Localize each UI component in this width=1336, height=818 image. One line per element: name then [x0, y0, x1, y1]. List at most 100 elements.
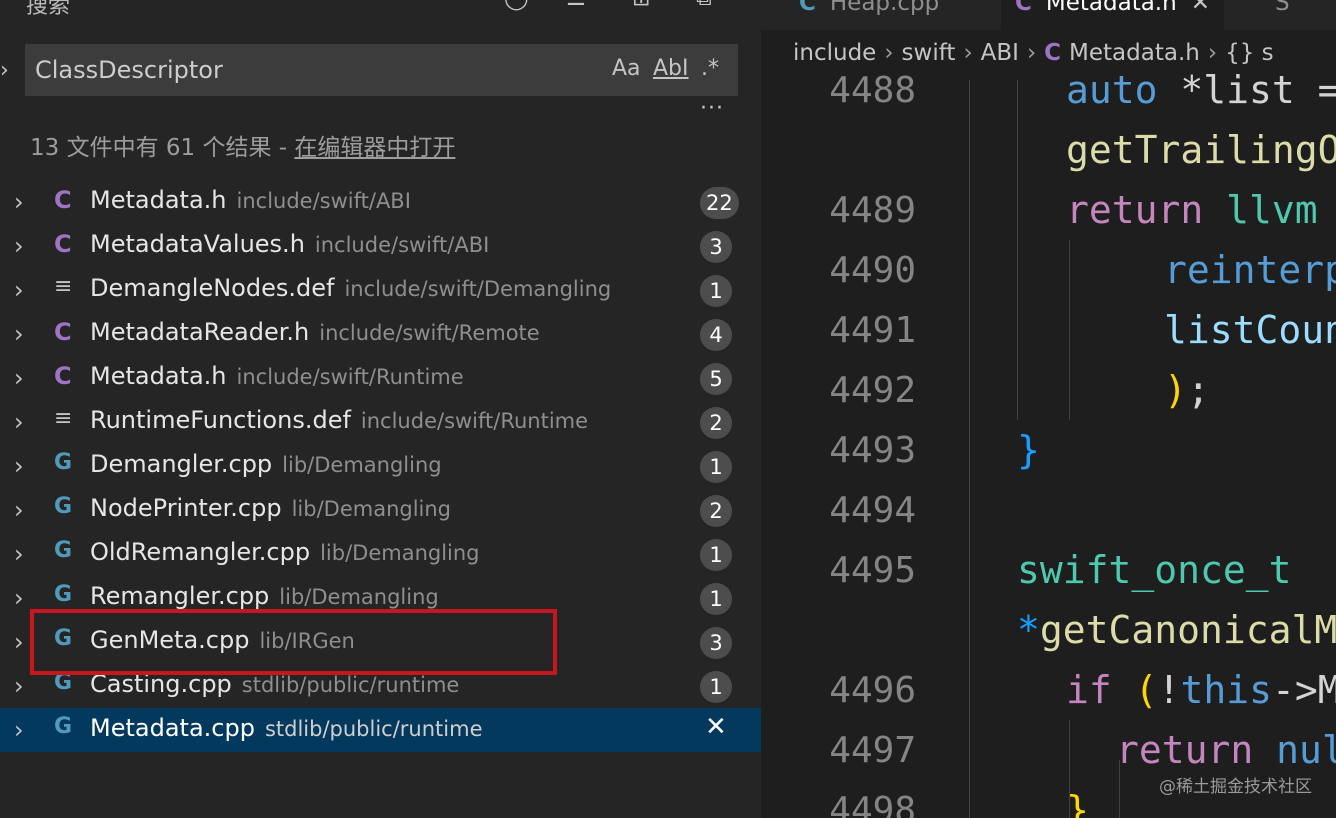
result-file-label: MetadataReader.h include/swift/Remote: [90, 318, 540, 346]
result-file-label: RuntimeFunctions.def include/swift/Runtim…: [90, 406, 588, 434]
tab-overflow[interactable]: S: [1261, 0, 1304, 30]
match-count-badge: 1: [700, 275, 732, 307]
cpp-file-icon: G: [54, 626, 73, 651]
sidebar-title: 搜索: [26, 0, 71, 19]
code-line: }: [1066, 788, 1089, 818]
c-header-icon: C: [54, 318, 72, 346]
result-file-row[interactable]: › C MetadataReader.h include/swift/Remote 4: [0, 312, 761, 356]
code-line: if (!this->M: [1066, 668, 1336, 712]
toggle-replace-chevron-icon[interactable]: ›: [0, 58, 9, 83]
cpp-file-icon: G: [54, 582, 73, 607]
cpp-file-icon: C: [799, 0, 816, 16]
result-file-path: include/swift/Demangling: [344, 277, 612, 301]
result-file-row[interactable]: › C MetadataValues.h include/swift/ABI 3: [0, 224, 761, 268]
line-number: 4494: [829, 490, 916, 531]
result-file-name: Metadata.h: [90, 186, 227, 214]
result-file-path: lib/Demangling: [282, 453, 442, 477]
result-file-row[interactable]: › ≡ DemangleNodes.def include/swift/Demangl…: [0, 268, 761, 312]
result-file-path: include/swift/Runtime: [360, 409, 589, 433]
result-file-path: lib/Demangling: [291, 497, 452, 521]
result-file-label: Metadata.h include/swift/Runtime: [90, 362, 464, 390]
result-file-row[interactable]: › ≡ RuntimeFunctions.def include/swift/Runt…: [0, 400, 761, 444]
chevron-right-icon[interactable]: ›: [14, 364, 24, 392]
search-box: Aa AbI .*: [25, 44, 738, 96]
chevron-right-icon[interactable]: ›: [14, 628, 24, 656]
chevron-right-icon[interactable]: ›: [14, 672, 24, 700]
line-number: 4497: [829, 730, 916, 771]
chevron-right-icon[interactable]: ›: [14, 276, 24, 304]
chevron-right-icon[interactable]: ›: [14, 232, 24, 260]
search-sidebar: 搜索 ◯ ☰ ⊞ ⧉ › Aa AbI .* ··· 13 文件中有 61 个结…: [0, 0, 761, 818]
result-file-row[interactable]: › G Casting.cpp stdlib/public/runtime 1: [0, 664, 761, 708]
result-file-name: OldRemangler.cpp: [90, 538, 311, 566]
c-header-icon: C: [54, 230, 72, 258]
refresh-icon[interactable]: ◯: [504, 0, 529, 10]
code-line: *getCanonicalM: [1017, 608, 1336, 652]
line-number: 4496: [829, 670, 916, 711]
result-file-path: stdlib/public/runtime: [264, 717, 483, 741]
collapse-all-icon[interactable]: ⧉: [696, 0, 712, 10]
result-file-row[interactable]: › G Metadata.cpp stdlib/public/runtime ✕: [0, 708, 761, 752]
result-file-label: Remangler.cpp lib/Demangling: [90, 582, 439, 610]
search-input[interactable]: [35, 54, 595, 86]
c-header-icon: C: [1015, 0, 1032, 16]
line-number: 4491: [829, 310, 916, 351]
sidebar-header: 搜索 ◯ ☰ ⊞ ⧉: [0, 0, 761, 19]
line-number: 4493: [829, 430, 916, 471]
chevron-right-icon[interactable]: ›: [14, 408, 24, 436]
match-count-badge: 22: [700, 187, 739, 219]
result-file-path: stdlib/public/runtime: [241, 673, 460, 697]
def-file-icon: ≡: [54, 274, 73, 299]
regex-toggle[interactable]: .*: [701, 56, 719, 81]
match-count-badge: 5: [700, 363, 732, 395]
chevron-right-icon[interactable]: ›: [14, 188, 24, 216]
result-file-name: Casting.cpp: [90, 670, 232, 698]
result-file-path: include/swift/ABI: [236, 189, 411, 213]
c-header-icon: C: [54, 186, 72, 214]
result-file-name: NodePrinter.cpp: [90, 494, 282, 522]
close-tab-icon[interactable]: ✕: [1191, 0, 1210, 16]
result-file-row[interactable]: › G GenMeta.cpp lib/IRGen 3: [0, 620, 761, 664]
code-area[interactable]: 4488 4489 4490 4491 4492 4493 4494 4495 …: [761, 60, 1336, 818]
code-line: auto *list =: [1066, 68, 1336, 112]
result-file-path: include/swift/Remote: [319, 321, 540, 345]
new-search-editor-icon[interactable]: ⊞: [632, 0, 650, 10]
line-number: 4489: [829, 190, 916, 231]
chevron-right-icon[interactable]: ›: [14, 320, 24, 348]
clear-results-icon[interactable]: ☰: [566, 0, 586, 10]
result-file-row[interactable]: › G Demangler.cpp lib/Demangling 1: [0, 444, 761, 488]
chevron-right-icon[interactable]: ›: [14, 716, 24, 744]
chevron-right-icon[interactable]: ›: [14, 452, 24, 480]
result-file-path: lib/Demangling: [320, 541, 480, 565]
tab-heap-cpp[interactable]: C Heap.cpp: [785, 0, 953, 30]
chevron-right-icon[interactable]: ›: [14, 584, 24, 612]
match-count-badge: 2: [700, 495, 732, 527]
result-file-label: Metadata.h include/swift/ABI: [90, 186, 411, 214]
tab-metadata-h[interactable]: C Metadata.h ✕: [1001, 0, 1224, 30]
match-count-badge: 4: [700, 319, 732, 351]
result-file-name: MetadataReader.h: [90, 318, 310, 346]
result-file-row[interactable]: › C Metadata.h include/swift/ABI 22: [0, 180, 761, 224]
result-file-label: MetadataValues.h include/swift/ABI: [90, 230, 489, 258]
match-count-badge: 1: [700, 539, 732, 571]
match-case-toggle[interactable]: Aa: [612, 56, 641, 81]
result-file-row[interactable]: › G NodePrinter.cpp lib/Demangling 2: [0, 488, 761, 532]
cpp-file-icon: G: [54, 450, 73, 475]
watermark: @稀土掘金技术社区: [1159, 777, 1312, 797]
chevron-right-icon[interactable]: ›: [14, 496, 24, 524]
result-file-row[interactable]: › G OldRemangler.cpp lib/Demangling 1: [0, 532, 761, 576]
results-count-text: 13 文件中有 61 个结果 -: [30, 135, 295, 161]
cpp-file-icon: G: [54, 494, 73, 519]
code-line: );: [1164, 368, 1210, 412]
result-file-label: DemangleNodes.def include/swift/Demanglin…: [90, 274, 611, 302]
code-line: return llvm: [1066, 188, 1318, 232]
more-options-icon[interactable]: ···: [700, 96, 724, 121]
cpp-file-icon: G: [54, 670, 73, 695]
result-file-path: include/swift/Runtime: [236, 365, 464, 389]
result-file-row[interactable]: › G Remangler.cpp lib/Demangling 1: [0, 576, 761, 620]
open-in-editor-link[interactable]: 在编辑器中打开: [294, 135, 455, 161]
result-file-row[interactable]: › C Metadata.h include/swift/Runtime 5: [0, 356, 761, 400]
dismiss-result-icon[interactable]: ✕: [705, 712, 727, 742]
chevron-right-icon[interactable]: ›: [14, 540, 24, 568]
match-whole-word-toggle[interactable]: AbI: [653, 56, 689, 81]
